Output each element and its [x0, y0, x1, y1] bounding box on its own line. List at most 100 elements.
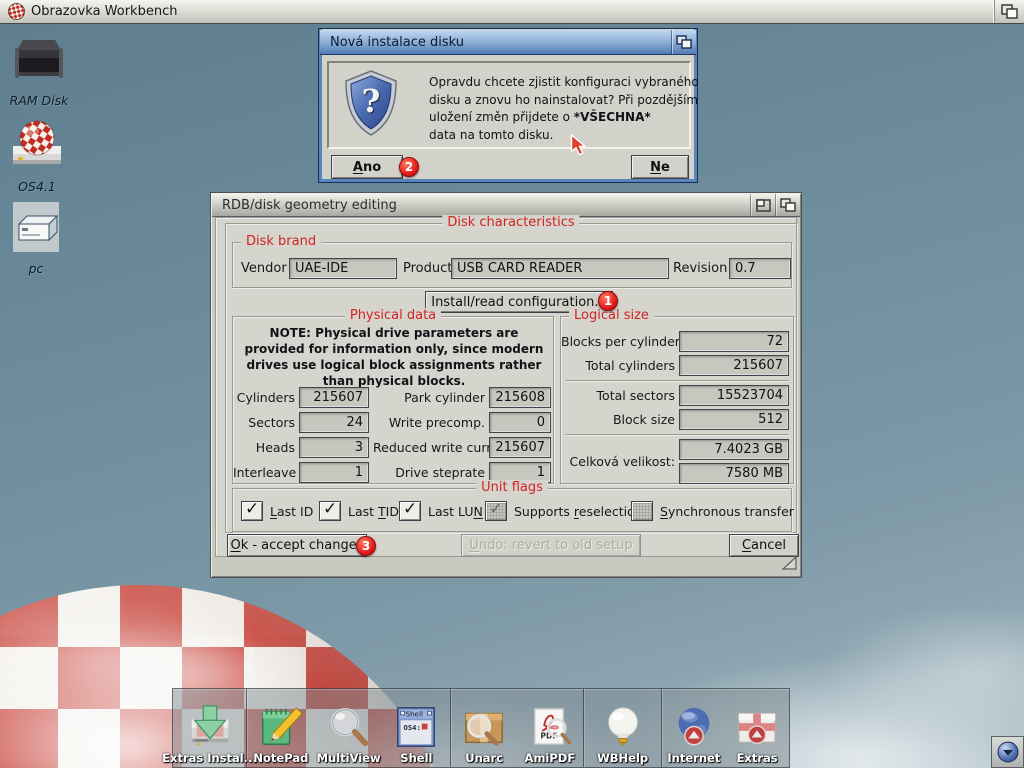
dock-label: Unarc — [465, 751, 503, 765]
multiview-icon — [326, 704, 372, 750]
dock-item-notepad[interactable]: NotePad — [247, 689, 315, 767]
vendor-field[interactable]: UAE-IDE — [289, 258, 397, 279]
group-legend: Disk brand — [241, 234, 321, 250]
cancel-button[interactable]: Cancel — [729, 534, 799, 557]
physical-data-group: Physical data NOTE: Physical drive param… — [232, 316, 554, 484]
amidock: Extras Instal... NotePad MultiView Shell — [172, 688, 790, 768]
physical-field-label: Drive steprate — [373, 462, 485, 483]
resize-gadget[interactable] — [781, 556, 798, 575]
checkbox-last-tid[interactable]: ✓ — [319, 501, 341, 521]
dock-label: AmiPDF — [525, 751, 576, 765]
physical-field-value[interactable]: 3 — [299, 437, 369, 458]
desktop-icon-os41[interactable]: OS4.1 — [0, 116, 80, 194]
product-field[interactable]: USB CARD READER — [451, 258, 669, 279]
group-legend: Logical size — [569, 308, 654, 324]
dock-label: MultiView — [317, 751, 381, 765]
checkbox-label: Last LUN — [428, 504, 483, 519]
physical-field-value[interactable]: 215607 — [299, 387, 369, 408]
wbhelp-bulb-icon — [600, 704, 646, 750]
svg-text:OS4:: OS4: — [404, 723, 421, 732]
dock-item-unarc[interactable]: Unarc — [451, 689, 517, 767]
depth-icon — [1001, 4, 1018, 19]
icon-label: pc — [0, 261, 79, 276]
checkbox-label: Synchronous transfer — [660, 504, 794, 519]
dock-item-extras[interactable]: Extras — [725, 689, 789, 767]
requester-titlebar[interactable]: Nová instalace disku — [320, 30, 696, 55]
separator — [565, 380, 789, 381]
depth-gadget[interactable] — [671, 30, 696, 54]
separator — [565, 434, 789, 435]
dock-item-extras-installer[interactable]: Extras Instal... — [173, 689, 246, 767]
dock-label: WBHelp — [597, 751, 648, 765]
pc-drive-icon — [11, 202, 61, 254]
rdb-window-title: RDB/disk geometry editing — [212, 198, 397, 213]
total-size-mb: 7580 MB — [679, 463, 789, 484]
unit-flags-group: Unit flags ✓ Last ID ✓ Last TID ✓ Last L… — [232, 488, 792, 532]
extras-installer-icon — [187, 704, 233, 750]
step-badge-3: 3 — [356, 536, 376, 556]
no-button[interactable]: Ne — [631, 155, 689, 179]
rdb-window: RDB/disk geometry editing Disk character… — [210, 192, 802, 578]
vendor-label: Vendor — [241, 258, 287, 279]
checkbox-supports-reselection: ✓ — [485, 501, 507, 521]
desktop-icon-pc[interactable]: pc — [0, 202, 79, 276]
yes-button[interactable]: Ano — [331, 155, 403, 179]
notepad-icon — [258, 704, 304, 750]
physical-field-label: Interleave — [233, 462, 295, 483]
dock-item-internet[interactable]: Internet — [662, 689, 725, 767]
screen-depth-gadget[interactable] — [994, 0, 1024, 23]
dock-item-shell[interactable]: Shell OS4: Shell — [383, 689, 451, 767]
step-badge-1: 1 — [598, 291, 618, 311]
physical-field-value[interactable]: 24 — [299, 412, 369, 433]
physical-field-label: Write precomp. — [373, 412, 485, 433]
checkbox-synchronous-transfer: ✓ — [631, 501, 653, 521]
amipdf-icon: PDF — [527, 704, 573, 750]
revision-label: Revision — [673, 258, 727, 279]
icon-label: RAM Disk — [0, 93, 82, 108]
dock-label: Extras — [737, 751, 778, 765]
requester-dialog: Nová instalace disku ? — [318, 28, 698, 183]
undo-button: Undo: revert to old setup — [461, 534, 641, 557]
checkbox-last-lun[interactable]: ✓ — [399, 501, 421, 521]
physical-field-value[interactable]: 0 — [489, 412, 551, 433]
screen-titlebar[interactable]: Obrazovka Workbench — [0, 0, 1024, 24]
checkbox-label: Last ID — [270, 504, 313, 519]
logical-row-label: Blocks per cylinder — [561, 331, 675, 352]
dock-item-multiview[interactable]: MultiView — [315, 689, 383, 767]
revision-field[interactable]: 0.7 — [729, 258, 791, 279]
boing-ball-icon — [8, 3, 25, 20]
dock-label: Extras Instal... — [162, 751, 257, 765]
checkbox-label: Last TID — [348, 504, 399, 519]
physical-field-value[interactable]: 1 — [299, 462, 369, 483]
ok-accept-changes-button[interactable]: Ok - accept changes 3 — [227, 534, 367, 557]
dock-label: Internet — [667, 751, 720, 765]
physical-field-label: Reduced write curr. — [373, 437, 485, 458]
depth-gadget[interactable] — [775, 194, 800, 216]
depth-icon — [676, 35, 692, 49]
dock-label: Shell — [400, 751, 432, 765]
screen-title: Obrazovka Workbench — [31, 4, 177, 19]
dock-item-amipdf[interactable]: PDF AmiPDF — [517, 689, 583, 767]
physical-field-value[interactable]: 215608 — [489, 387, 551, 408]
physical-field-value[interactable]: 215607 — [489, 437, 551, 458]
dock-hide-icon — [997, 741, 1019, 763]
logical-size-group: Logical size Blocks per cylinder 72 Tota… — [560, 316, 794, 484]
total-size-gb: 7.4023 GB — [679, 439, 789, 460]
checkbox-last-id[interactable]: ✓ — [241, 501, 263, 521]
dock-item-wbhelp[interactable]: WBHelp — [584, 689, 662, 767]
group-legend: Physical data — [345, 308, 441, 324]
zoom-gadget[interactable] — [750, 194, 775, 216]
rdb-titlebar[interactable]: RDB/disk geometry editing — [212, 194, 800, 217]
logical-row-label: Total sectors — [561, 385, 675, 406]
os41-disk-icon — [9, 116, 65, 172]
physical-field-label: Sectors — [233, 412, 295, 433]
svg-text:?: ? — [362, 82, 381, 120]
desktop-icon-ram-disk[interactable]: RAM Disk — [0, 34, 82, 108]
checkbox-label: Supports reselection — [514, 504, 643, 519]
dock-handle[interactable] — [991, 736, 1024, 768]
unarc-icon — [461, 704, 507, 750]
requester-message-panel: ? Opravdu chcete zjistit konfiguraci vyb… — [327, 61, 691, 149]
physical-field-label: Heads — [233, 437, 295, 458]
physical-note: NOTE: Physical drive parameters are prov… — [238, 325, 550, 389]
product-label: Product — [403, 258, 452, 279]
